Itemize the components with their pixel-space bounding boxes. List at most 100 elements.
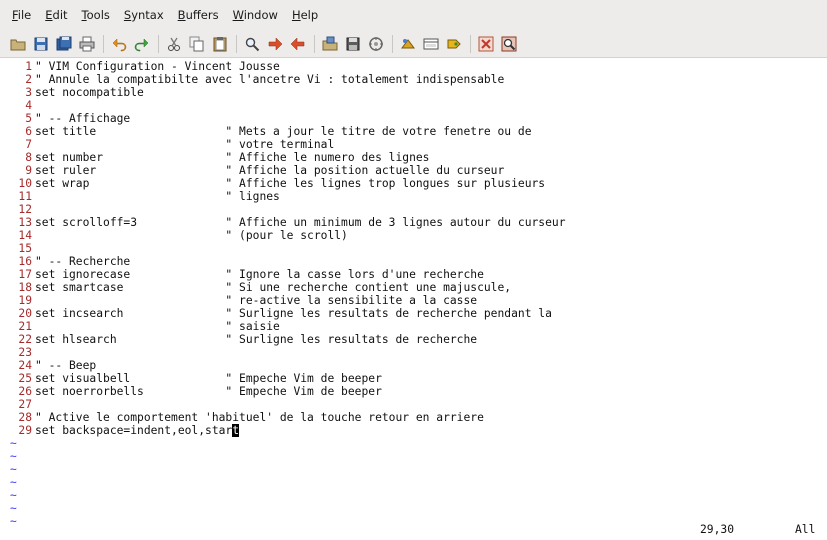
save-all-button[interactable]: [54, 34, 74, 54]
save-session-button[interactable]: [343, 34, 363, 54]
buffer-line[interactable]: 20 set incsearch " Surligne les resultats…: [0, 307, 827, 320]
line-text[interactable]: " Annule la compatibilte avec l'ancetre …: [35, 73, 504, 86]
buffer-line[interactable]: 1 " VIM Configuration - Vincent Jousse: [0, 60, 827, 73]
line-number: 5: [25, 112, 32, 125]
help-button[interactable]: [476, 34, 496, 54]
redo-button[interactable]: [132, 34, 152, 54]
find-icon: [245, 37, 260, 51]
line-text[interactable]: set number " Affiche le numero des ligne…: [35, 151, 429, 164]
ctags-button[interactable]: [444, 34, 464, 54]
paste-button[interactable]: [210, 34, 230, 54]
buffer-line[interactable]: 24 " -- Beep: [0, 359, 827, 372]
find-button[interactable]: [242, 34, 262, 54]
buffer-line[interactable]: 9 set ruler " Affiche la position actuell…: [0, 164, 827, 177]
line-text-before-cursor[interactable]: set backspace=indent,eol,star: [35, 424, 232, 437]
buffer-line[interactable]: 18 set smartcase " Si une recherche conti…: [0, 281, 827, 294]
line-text[interactable]: " saisie: [35, 320, 279, 333]
line-number: 8: [25, 151, 32, 164]
menu-file[interactable]: File: [12, 8, 31, 22]
line-number: 13: [18, 216, 32, 229]
buffer-line[interactable]: 12: [0, 203, 827, 216]
line-text[interactable]: " votre terminal: [35, 138, 334, 151]
buffer-line[interactable]: 7 " votre terminal: [0, 138, 827, 151]
line-text[interactable]: " -- Affichage: [35, 112, 130, 125]
make-button[interactable]: [398, 34, 418, 54]
line-text[interactable]: " re-active la sensibilite a la casse: [35, 294, 477, 307]
editor-buffer[interactable]: 1 " VIM Configuration - Vincent Jousse 2 " …: [0, 59, 827, 528]
line-text[interactable]: set incsearch " Surligne les resultats d…: [35, 307, 552, 320]
line-text[interactable]: set backspace=indent,eol,start: [35, 424, 240, 437]
open-button[interactable]: [8, 34, 28, 54]
buffer-line[interactable]: 16 " -- Recherche: [0, 255, 827, 268]
buffer-line[interactable]: 19 " re-active la sensibilite a la casse: [0, 294, 827, 307]
line-text[interactable]: " -- Beep: [35, 359, 96, 372]
menu-tools[interactable]: Tools: [82, 8, 110, 22]
run-script-button[interactable]: [366, 34, 386, 54]
find-next-icon: [268, 36, 283, 51]
save-button[interactable]: [31, 34, 51, 54]
line-number: 12: [18, 203, 32, 216]
line-text[interactable]: set ruler " Affiche la position actuelle…: [35, 164, 504, 177]
buffer-line[interactable]: 8 set number " Affiche le numero des lign…: [0, 151, 827, 164]
buffer-line[interactable]: 25 set visualbell " Empeche Vim de beeper: [0, 372, 827, 385]
buffer-line[interactable]: 13 set scrolloff=3 " Affiche un minimum d…: [0, 216, 827, 229]
find-next-button[interactable]: [265, 34, 285, 54]
line-number: 24: [18, 359, 32, 372]
line-text[interactable]: " (pour le scroll): [35, 229, 347, 242]
menu-edit[interactable]: Edit: [45, 8, 67, 22]
line-text[interactable]: set visualbell " Empeche Vim de beeper: [35, 372, 382, 385]
buffer-line[interactable]: 29 set backspace=indent,eol,start: [0, 424, 827, 437]
line-text[interactable]: set wrap " Affiche les lignes trop longu…: [35, 177, 545, 190]
buffer-line[interactable]: 22 set hlsearch " Surligne les resultats …: [0, 333, 827, 346]
line-number: 25: [18, 372, 32, 385]
menu-buffers[interactable]: Buffers: [178, 8, 219, 22]
buffer-line[interactable]: 10 set wrap " Affiche les lignes trop lon…: [0, 177, 827, 190]
line-number: 4: [25, 99, 32, 112]
buffer-line[interactable]: 6 set title " Mets a jour le titre de vot…: [0, 125, 827, 138]
line-text[interactable]: " Active le comportement 'habituel' de l…: [35, 411, 484, 424]
buffer-line[interactable]: 27: [0, 398, 827, 411]
menu-help[interactable]: Help: [292, 8, 318, 22]
undo-button[interactable]: [109, 34, 129, 54]
buffer-line[interactable]: 28 " Active le comportement 'habituel' de…: [0, 411, 827, 424]
scroll-position: All: [795, 523, 816, 536]
buffer-line[interactable]: 3 set nocompatible: [0, 86, 827, 99]
buffer-line[interactable]: 2 " Annule la compatibilte avec l'ancetre…: [0, 73, 827, 86]
line-text[interactable]: set noerrorbells " Empeche Vim de beeper: [35, 385, 382, 398]
line-number: 11: [18, 190, 32, 203]
line-text[interactable]: set smartcase " Si une recherche contien…: [35, 281, 511, 294]
line-text[interactable]: set nocompatible: [35, 86, 144, 99]
line-number: 6: [25, 125, 32, 138]
line-text[interactable]: set hlsearch " Surligne les resultats de…: [35, 333, 477, 346]
buffer-line[interactable]: 23: [0, 346, 827, 359]
buffer-line[interactable]: 15: [0, 242, 827, 255]
find-prev-button[interactable]: [288, 34, 308, 54]
menu-syntax[interactable]: Syntax: [124, 8, 164, 22]
print-button[interactable]: [77, 34, 97, 54]
save-all-icon: [56, 36, 72, 50]
buffer-line[interactable]: 17 set ignorecase " Ignore la casse lors …: [0, 268, 827, 281]
cut-button[interactable]: [164, 34, 184, 54]
buffer-line[interactable]: 4: [0, 99, 827, 112]
menu-window[interactable]: Window: [233, 8, 278, 22]
line-number: 27: [18, 398, 32, 411]
buffer-line[interactable]: 5 " -- Affichage: [0, 112, 827, 125]
buffer-line[interactable]: 26 set noerrorbells " Empeche Vim de beep…: [0, 385, 827, 398]
load-session-button[interactable]: [320, 34, 340, 54]
ctags-icon: [447, 39, 461, 48]
line-text[interactable]: set scrolloff=3 " Affiche un minimum de …: [35, 216, 566, 229]
buffer-line[interactable]: 21 " saisie: [0, 320, 827, 333]
copy-button[interactable]: [187, 34, 207, 54]
line-number: 29: [18, 424, 32, 437]
line-text[interactable]: set title " Mets a jour le titre de votr…: [35, 125, 532, 138]
shell-button[interactable]: [421, 34, 441, 54]
line-text[interactable]: " lignes: [35, 190, 279, 203]
find-help-button[interactable]: [499, 34, 519, 54]
buffer-line[interactable]: 14 " (pour le scroll): [0, 229, 827, 242]
line-text[interactable]: set ignorecase " Ignore la casse lors d'…: [35, 268, 484, 281]
line-number: 14: [18, 229, 32, 242]
line-text[interactable]: " VIM Configuration - Vincent Jousse: [35, 60, 280, 73]
buffer-line[interactable]: 11 " lignes: [0, 190, 827, 203]
line-number: 19: [18, 294, 32, 307]
line-text[interactable]: " -- Recherche: [35, 255, 130, 268]
